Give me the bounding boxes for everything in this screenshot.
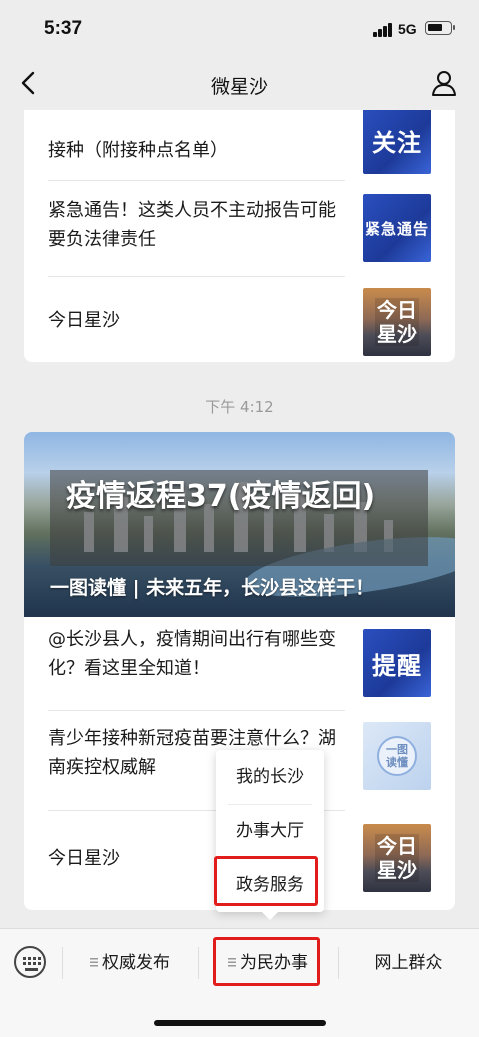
menu-list-icon — [90, 958, 98, 967]
overlay-headline: 疫情返程37(疫情返回) — [50, 470, 428, 566]
nav-bar: 微星沙 — [0, 58, 479, 110]
article-thumbnail: 今日 星沙 — [363, 288, 431, 356]
home-indicator[interactable] — [154, 1020, 326, 1026]
article-thumbnail: 关注 — [363, 110, 431, 174]
article-item[interactable]: @长沙县人，疫情期间出行有哪些变化？看这里全知道！ 提醒 — [24, 617, 455, 710]
submenu-item-my-changsha[interactable]: 我的长沙 — [216, 750, 324, 804]
keyboard-button[interactable] — [14, 946, 46, 978]
thumbnail-text: 星沙 — [375, 858, 419, 882]
article-item[interactable]: 今日星沙 今日 星沙 — [24, 276, 455, 362]
thumbnail-text: 关注 — [372, 128, 422, 157]
submenu-item-service-hall[interactable]: 办事大厅 — [216, 804, 324, 858]
popup-arrow — [262, 912, 278, 920]
profile-button[interactable] — [429, 68, 459, 98]
article-thumbnail: 紧急通告 — [363, 194, 431, 262]
article-thumbnail: 提醒 — [363, 629, 431, 697]
status-time: 5:37 — [44, 18, 83, 39]
page-title: 微星沙 — [210, 76, 268, 98]
article-thumbnail: 一图 读懂 — [363, 722, 431, 790]
hero-caption: 一图读懂 | 未来五年，长沙县这样干！ — [50, 577, 375, 599]
thumbnail-text: 星沙 — [375, 322, 419, 346]
menu-list-icon — [228, 958, 236, 967]
message-timestamp: 下午 4:12 — [205, 398, 274, 416]
article-title: 紧急通告！这类人员不主动报告可能要负法律责任 — [48, 200, 336, 250]
overlay-headline-text: 疫情返程37(疫情返回) — [66, 479, 376, 514]
battery-icon — [425, 21, 455, 35]
network-label: 5G — [398, 21, 417, 37]
thumbnail-text: 提醒 — [372, 651, 422, 680]
article-card: 接种（附接种点名单） 关注 紧急通告！这类人员不主动报告可能要负法律责任 紧急通… — [24, 110, 455, 362]
battery-level — [428, 24, 442, 31]
menu-item-label: 为民办事 — [240, 953, 308, 973]
submenu-popup: 我的长沙 办事大厅 政务服务 — [216, 750, 324, 912]
article-title: 接种（附接种点名单） — [48, 140, 228, 161]
signal-icon — [373, 23, 395, 37]
article-thumbnail: 今日 星沙 — [363, 824, 431, 892]
submenu-item-government-services[interactable]: 政务服务 — [216, 858, 324, 912]
menu-item-online-public[interactable]: 网上群众 — [338, 935, 479, 991]
thumbnail-text: 今日 — [375, 298, 419, 322]
menu-item-label: 网上群众 — [374, 953, 443, 973]
menu-item-label: 权威发布 — [102, 953, 170, 973]
article-item[interactable]: 接种（附接种点名单） 关注 — [24, 110, 455, 180]
article-title: 今日星沙 — [48, 310, 120, 331]
status-bar: 5:37 5G — [0, 0, 479, 58]
thumbnail-text: 读懂 — [386, 756, 408, 769]
article-item[interactable]: 紧急通告！这类人员不主动报告可能要负法律责任 紧急通告 — [24, 180, 455, 276]
user-icon — [432, 71, 456, 96]
thumbnail-text: 紧急通告 — [364, 219, 429, 238]
thumbnail-text: 今日 — [375, 834, 419, 858]
thumbnail-badge: 一图 读懂 — [377, 736, 417, 776]
menu-item-serve-the-people[interactable]: 为民办事 — [198, 935, 338, 991]
menu-item-authoritative-release[interactable]: 权威发布 — [62, 935, 198, 991]
thumbnail-text: 一图 — [386, 743, 408, 756]
article-title: @长沙县人，疫情期间出行有哪些变化？看这里全知道！ — [48, 629, 336, 679]
